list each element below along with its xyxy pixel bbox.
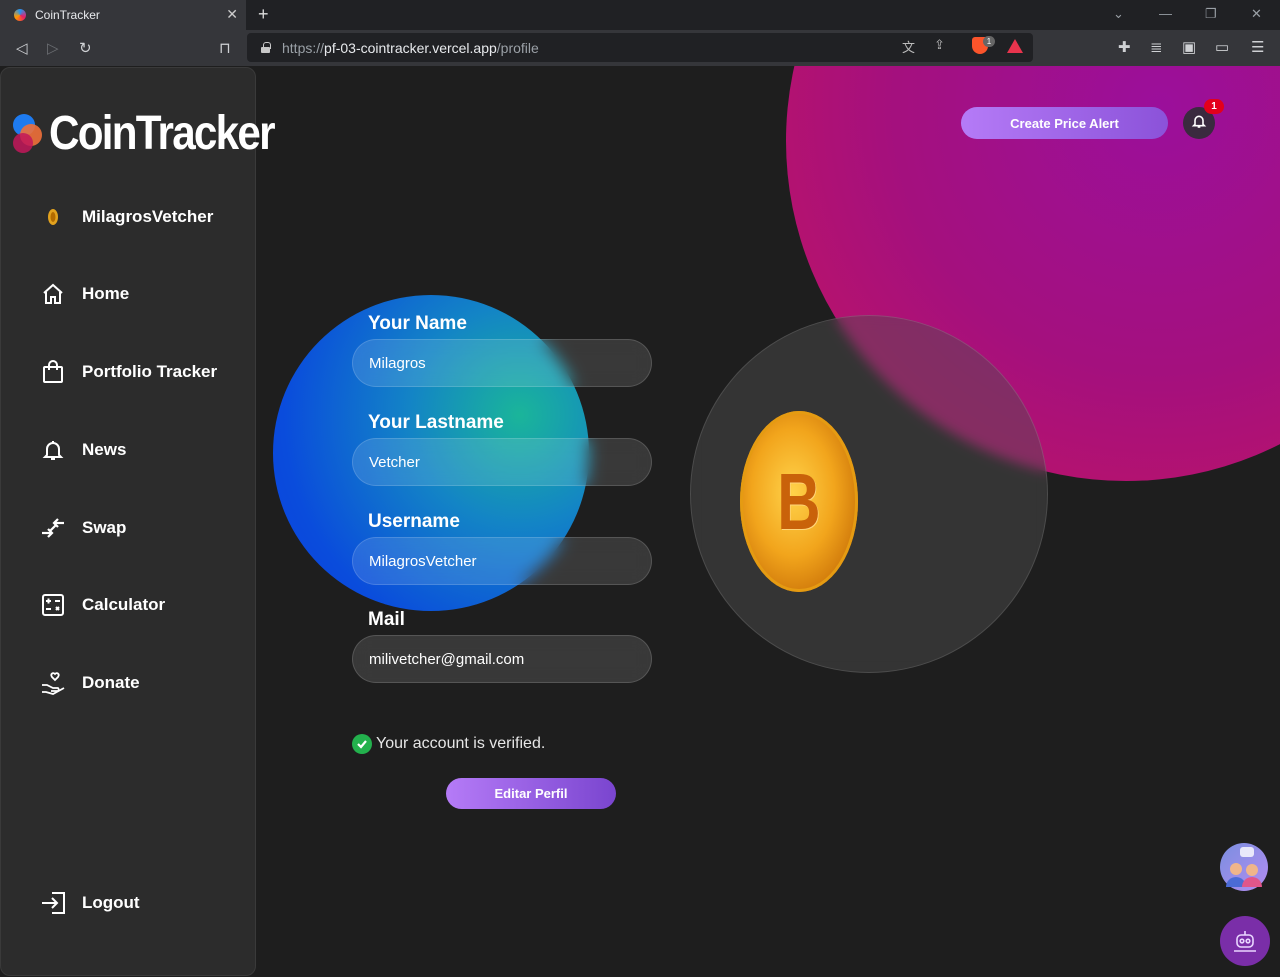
logo-mark-icon — [9, 111, 45, 157]
lock-icon — [261, 42, 271, 53]
notification-bell-icon — [1191, 113, 1207, 134]
username-label: Username — [368, 511, 460, 532]
username-input[interactable] — [352, 537, 652, 585]
sidebar-item-swap[interactable]: Swap — [39, 513, 126, 543]
edit-profile-button[interactable]: Editar Perfil — [446, 778, 616, 809]
url-path: /profile — [496, 39, 539, 56]
support-people-icon — [1226, 847, 1262, 887]
translate-icon[interactable]: 文 — [902, 37, 915, 56]
forward-icon[interactable]: ▷ — [47, 39, 59, 57]
sidebar-item-label: Swap — [82, 518, 127, 537]
sidebar-item-label: Calculator — [82, 595, 166, 614]
lastname-input[interactable] — [352, 438, 652, 486]
sidebar-item-news[interactable]: News — [39, 435, 126, 465]
brave-shields-count: 1 — [983, 36, 995, 47]
browser-tab[interactable]: CoinTracker ✕ — [0, 0, 246, 30]
brave-rewards-icon[interactable] — [1007, 39, 1023, 53]
minimize-icon[interactable]: — — [1159, 6, 1172, 21]
sidebar-item-label: MilagrosVetcher — [82, 207, 214, 226]
menu-icon[interactable]: ☰ — [1251, 38, 1264, 56]
sidebar-item-portfolio[interactable]: Portfolio Tracker — [39, 357, 217, 387]
logout-label: Logout — [82, 893, 140, 912]
restore-icon[interactable]: ❐ — [1205, 6, 1217, 22]
donate-hand-icon — [39, 669, 67, 697]
bitcoin-icon: B — [740, 411, 858, 592]
playlist-icon[interactable]: ≣ — [1150, 38, 1163, 56]
robot-icon — [1234, 931, 1256, 952]
chat-support-button[interactable] — [1220, 843, 1268, 891]
bell-icon — [39, 436, 67, 464]
user-coin-icon — [39, 203, 67, 231]
bookmark-icon[interactable]: ⊓ — [219, 39, 231, 57]
page-content: CoinTracker MilagrosVetcher Home Portfol… — [0, 66, 1280, 977]
address-bar[interactable]: https://pf-03-cointracker.vercel.app/pro… — [247, 33, 1033, 62]
calculator-icon — [39, 591, 67, 619]
mail-label: Mail — [368, 609, 405, 630]
app-logo[interactable]: CoinTracker — [9, 106, 304, 161]
logo-title: CoinTracker — [49, 107, 276, 160]
reload-icon[interactable]: ↻ — [79, 39, 92, 57]
favicon-icon — [14, 9, 26, 21]
lastname-label: Your Lastname — [368, 412, 504, 433]
name-label: Your Name — [368, 313, 467, 334]
sidebar-item-home[interactable]: Home — [39, 279, 129, 309]
home-icon — [39, 280, 67, 308]
notification-count-badge: 1 — [1204, 99, 1224, 114]
verified-text: Your account is verified. — [376, 735, 546, 752]
tab-title: CoinTracker — [35, 8, 100, 22]
logout-button[interactable]: Logout — [39, 888, 140, 918]
back-icon[interactable]: ◁ — [16, 39, 28, 57]
tab-close-icon[interactable]: ✕ — [226, 6, 238, 23]
create-price-alert-button[interactable]: Create Price Alert — [961, 107, 1168, 139]
sidebar-item-donate[interactable]: Donate — [39, 668, 140, 698]
share-icon[interactable]: ⇪ — [934, 37, 945, 53]
sidebar-item-label: Home — [82, 284, 130, 303]
extensions-icon[interactable]: ✚ — [1118, 38, 1131, 56]
url-scheme: https:// — [282, 39, 325, 56]
sidebar-item-label: News — [82, 440, 127, 459]
sidebar-item-label: Donate — [82, 673, 140, 692]
tab-list-icon[interactable]: ⌄ — [1113, 6, 1124, 22]
new-tab-icon[interactable]: + — [258, 4, 269, 25]
check-circle-icon — [352, 734, 372, 754]
swap-icon — [39, 514, 67, 542]
bag-icon — [39, 358, 67, 386]
window-close-icon[interactable]: ✕ — [1251, 6, 1262, 22]
logout-icon — [39, 889, 67, 917]
wallet-icon[interactable]: ▭ — [1215, 38, 1229, 56]
browser-toolbar: ◁ ▷ ↻ ⊓ https://pf-03-cointracker.vercel… — [0, 30, 1280, 66]
sidebar-toggle-icon[interactable]: ▣ — [1182, 38, 1196, 56]
sidebar: CoinTracker MilagrosVetcher Home Portfol… — [0, 67, 276, 976]
sidebar-item-calculator[interactable]: Calculator — [39, 590, 165, 620]
mail-input[interactable] — [352, 635, 652, 683]
sidebar-item-profile[interactable]: MilagrosVetcher — [39, 202, 213, 232]
verified-status: Your account is verified. — [352, 734, 545, 754]
name-input[interactable] — [352, 339, 652, 387]
sidebar-item-label: Portfolio Tracker — [82, 362, 218, 381]
browser-tab-bar: CoinTracker ✕ + ⌄ — ❐ ✕ — [0, 0, 1280, 30]
url-host: pf-03-cointracker.vercel.app — [324, 39, 497, 56]
chatbot-button[interactable] — [1220, 916, 1270, 966]
